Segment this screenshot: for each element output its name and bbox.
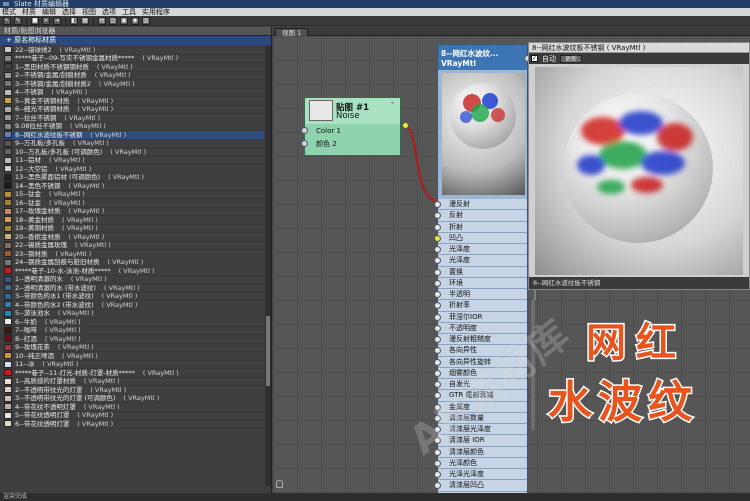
param-label: 凹凸 bbox=[449, 233, 463, 242]
auto-label: 自动 bbox=[542, 54, 556, 63]
watermark-logo: AN bbox=[645, 66, 689, 96]
input-socket-icon[interactable] bbox=[434, 471, 441, 478]
input-socket-icon[interactable] bbox=[434, 358, 441, 366]
lock-icon[interactable] bbox=[276, 480, 283, 488]
material-param-slot[interactable]: 光泽颜色 bbox=[434, 457, 527, 469]
material-preview-window: 8--网红水波纹板不锈钢 ( VRayMtl ) ✓ 自动 更新 8--网红水波… bbox=[528, 42, 750, 290]
input-socket-icon[interactable] bbox=[434, 302, 441, 310]
param-label: 环境 bbox=[449, 278, 463, 287]
output-socket-icon[interactable] bbox=[402, 122, 409, 129]
param-label: 光泽光泽度 bbox=[449, 470, 484, 478]
param-label: 清漆层颜色 bbox=[449, 447, 484, 456]
slot-label: Color 1 bbox=[316, 127, 341, 135]
param-label: 菲涅尔IOR bbox=[449, 312, 483, 321]
material-param-slot[interactable]: 置换 bbox=[434, 266, 527, 278]
preview-footer: 8--网红水波纹板不锈钢 bbox=[529, 277, 749, 289]
input-socket-icon[interactable] bbox=[434, 324, 441, 332]
material-param-slot[interactable]: 菲涅尔IOR bbox=[434, 311, 527, 323]
param-label: 漫反射粗糙度 bbox=[449, 335, 491, 343]
slot-label: 颜色 2 bbox=[316, 140, 337, 148]
noise-map-node[interactable]: 贴图 #1 Noise - Color 1 颜色 2 bbox=[301, 97, 409, 156]
param-label: 光泽度 bbox=[449, 256, 470, 265]
param-label: 折射 bbox=[449, 222, 463, 231]
noise-slot-color1[interactable]: Color 1 bbox=[301, 125, 400, 137]
status-bar: 渲染完成 bbox=[0, 493, 750, 501]
material-param-slot[interactable]: 半透明 bbox=[434, 289, 527, 301]
input-socket-icon[interactable] bbox=[434, 482, 441, 490]
material-sphere-preview bbox=[563, 93, 713, 243]
input-socket-icon[interactable] bbox=[301, 127, 308, 134]
material-node-preview bbox=[442, 73, 525, 195]
param-label: 光泽度 bbox=[449, 245, 470, 253]
preview-toolbar: ✓ 自动 更新 bbox=[529, 53, 749, 64]
input-socket-icon[interactable] bbox=[434, 268, 441, 276]
auto-checkbox[interactable]: ✓ bbox=[531, 55, 538, 62]
preview-title: 8--网红水波纹板不锈钢 ( VRayMtl ) bbox=[529, 43, 749, 53]
input-socket-icon[interactable] bbox=[434, 279, 441, 287]
noise-node-header[interactable]: 贴图 #1 Noise - bbox=[305, 98, 400, 124]
promo-overlay: 网红 水波纹 bbox=[547, 310, 708, 430]
material-sphere-thumbnail bbox=[450, 83, 516, 149]
param-label: 漫反射 bbox=[449, 200, 470, 208]
input-socket-icon[interactable] bbox=[434, 246, 441, 253]
preview-render bbox=[535, 67, 743, 275]
material-node-title: 8--网红水波纹... bbox=[441, 49, 499, 58]
input-socket-icon[interactable] bbox=[301, 140, 308, 147]
param-label: 清漆层凹凸 bbox=[449, 481, 484, 490]
noise-thumbnail bbox=[309, 100, 333, 121]
param-label: 置换 bbox=[449, 267, 463, 276]
material-param-slot[interactable]: 清漆层凹凸 bbox=[434, 480, 527, 492]
input-socket-icon[interactable] bbox=[434, 223, 441, 231]
material-param-slot[interactable]: 光泽度 bbox=[434, 255, 527, 267]
param-label: 各向异性 bbox=[449, 346, 477, 355]
promo-line-2: 水波纹 bbox=[547, 376, 698, 430]
input-socket-icon[interactable] bbox=[434, 291, 441, 298]
minimize-icon[interactable]: - bbox=[391, 99, 397, 107]
input-socket-icon[interactable] bbox=[434, 336, 441, 343]
material-param-slot[interactable]: 折射 bbox=[434, 221, 527, 233]
param-label: 不透明度 bbox=[449, 323, 477, 332]
material-param-slot[interactable]: 凹凸 bbox=[434, 232, 527, 244]
param-label: 折射率 bbox=[449, 301, 470, 310]
material-param-slot[interactable]: 折射率 bbox=[434, 300, 527, 312]
input-socket-icon[interactable] bbox=[434, 234, 441, 242]
input-socket-icon[interactable] bbox=[434, 313, 441, 321]
input-socket-icon[interactable] bbox=[434, 347, 441, 355]
input-socket-icon[interactable] bbox=[434, 369, 441, 377]
param-label: 光泽颜色 bbox=[449, 458, 477, 467]
material-param-slot[interactable]: 反射 bbox=[434, 210, 527, 222]
noise-slot-color2[interactable]: 颜色 2 bbox=[301, 138, 400, 150]
input-socket-icon[interactable] bbox=[434, 201, 441, 208]
material-node-header[interactable]: 8--网红水波纹... VRayMtl bbox=[438, 45, 527, 70]
material-param-slot[interactable]: 环境 bbox=[434, 277, 527, 289]
material-param-slot[interactable]: 光泽光泽度 bbox=[434, 469, 527, 481]
param-label: 反射 bbox=[449, 211, 463, 220]
param-label: 半透明 bbox=[449, 290, 470, 298]
update-button[interactable]: 更新 bbox=[560, 54, 583, 63]
ripple-pattern-icon bbox=[460, 93, 505, 123]
input-socket-icon[interactable] bbox=[434, 212, 441, 220]
material-param-slot[interactable]: 光泽度 bbox=[434, 244, 527, 256]
ripple-pattern-icon bbox=[577, 111, 693, 194]
material-node-type: VRayMtl bbox=[441, 59, 476, 68]
input-socket-icon[interactable] bbox=[434, 257, 441, 265]
noise-node-type: Noise bbox=[336, 111, 360, 121]
material-param-slot[interactable]: 漫反射 bbox=[434, 199, 527, 211]
promo-line-1: 网红 bbox=[585, 319, 686, 368]
